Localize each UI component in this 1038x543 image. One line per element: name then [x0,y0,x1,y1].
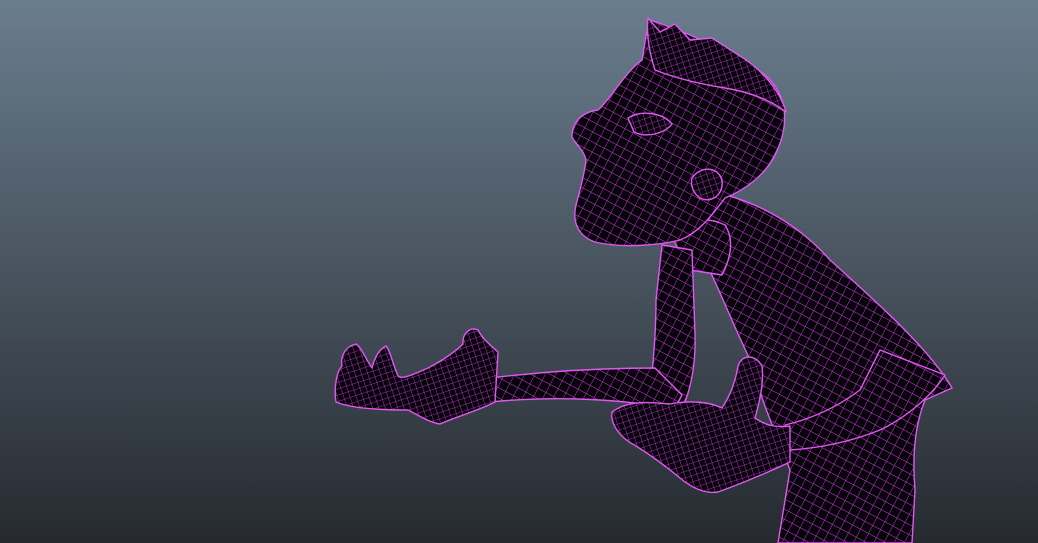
viewport-canvas[interactable] [0,0,1038,543]
character-ear[interactable] [690,168,723,201]
3d-viewport[interactable] [0,0,1038,543]
